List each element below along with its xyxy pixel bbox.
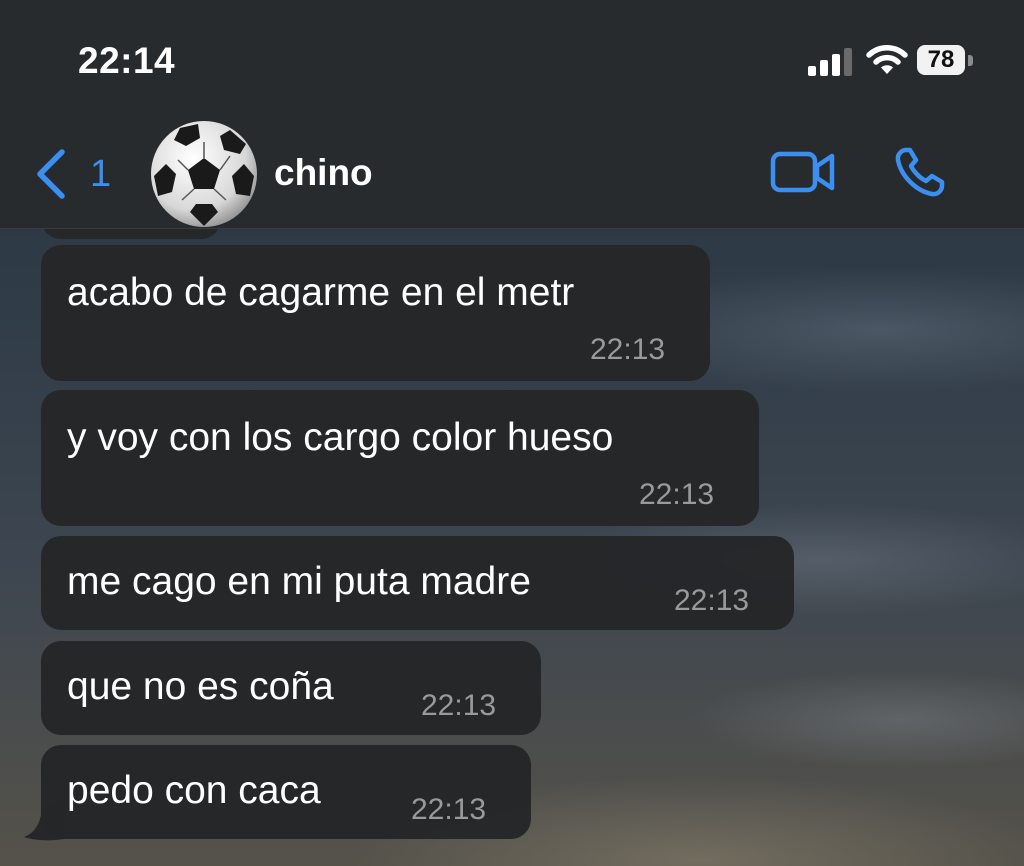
message-bubble[interactable]: pedo con caca 22:13 — [41, 745, 531, 839]
message-text: que no es coña — [67, 665, 334, 708]
soccer-ball-icon — [151, 121, 257, 227]
video-call-icon[interactable] — [770, 150, 836, 194]
back-button[interactable]: 1 — [28, 144, 118, 200]
unread-count: 1 — [90, 153, 112, 195]
message-bubble[interactable]: y voy con los cargo color hueso 22:13 — [41, 390, 759, 526]
wifi-icon — [866, 45, 908, 74]
chevron-left-icon — [37, 149, 65, 199]
avatar[interactable] — [150, 120, 258, 228]
chat-header: 1 chino — [0, 120, 1024, 229]
message-text: pedo con caca — [67, 769, 321, 812]
contact-name[interactable]: chino — [274, 152, 373, 194]
message-bubble[interactable]: que no es coña 22:13 — [41, 641, 541, 735]
message-time: 22:13 — [421, 689, 497, 722]
battery-tip — [968, 55, 973, 66]
phone-icon[interactable] — [892, 144, 948, 200]
message-text: me cago en mi puta madre — [67, 560, 531, 603]
message-time: 22:13 — [674, 584, 750, 617]
battery-icon: 78 — [917, 45, 965, 75]
message-bubble[interactable]: me cago en mi puta madre 22:13 — [41, 536, 794, 630]
message-time: 22:13 — [639, 478, 715, 511]
previous-message-bubble — [41, 229, 221, 239]
message-time: 22:13 — [590, 333, 666, 366]
message-text: acabo de cagarme en el metr — [67, 271, 575, 314]
cellular-signal-icon — [808, 48, 852, 76]
message-text: y voy con los cargo color hueso — [67, 416, 614, 459]
message-bubble[interactable]: acabo de cagarme en el metr 22:13 — [41, 245, 710, 381]
status-time: 22:14 — [78, 40, 176, 81]
message-list: acabo de cagarme en el metr 22:13 y voy … — [0, 229, 1024, 866]
message-time: 22:13 — [411, 793, 487, 826]
battery-level: 78 — [927, 46, 955, 73]
status-bar: 22:14 78 — [0, 0, 1024, 120]
